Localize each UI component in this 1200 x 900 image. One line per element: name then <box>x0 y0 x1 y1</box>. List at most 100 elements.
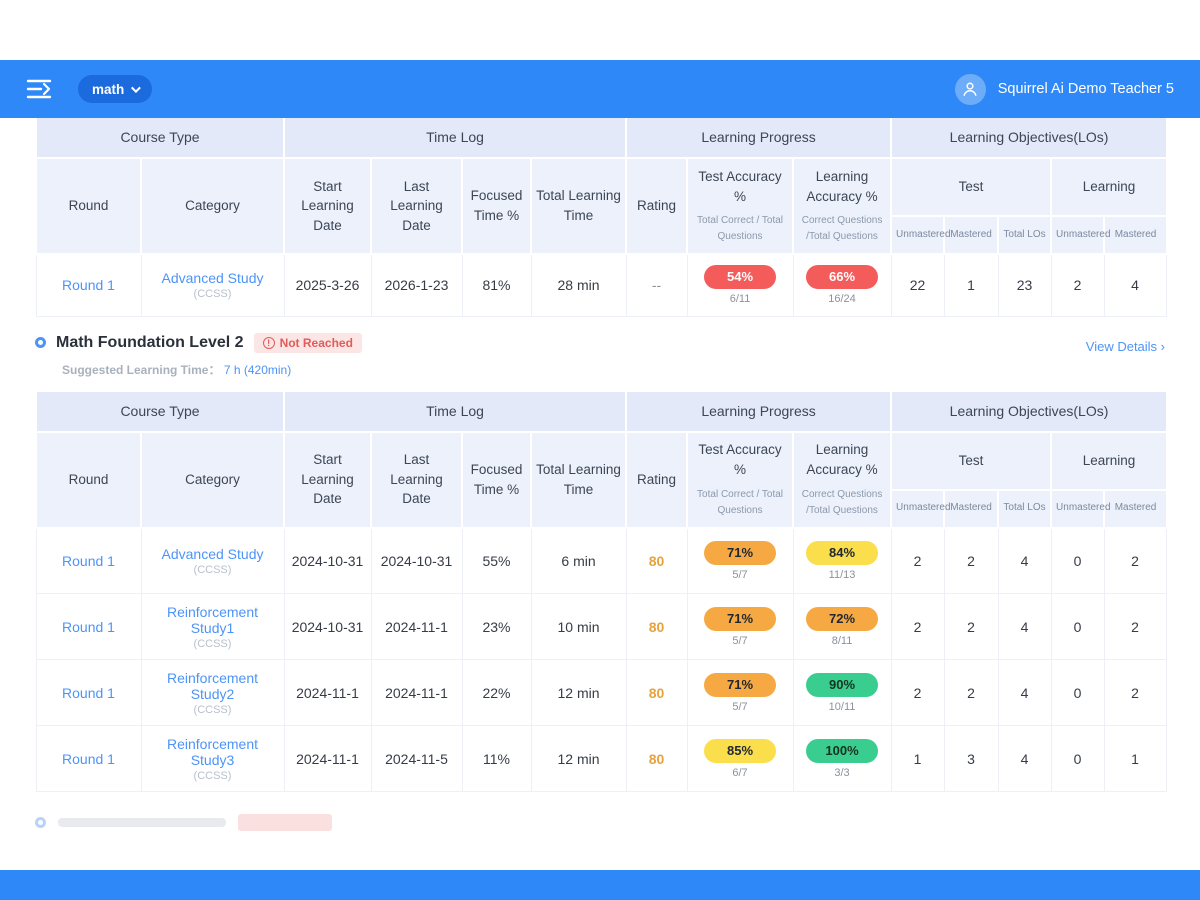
cell-start-date: 2024-10-31 <box>284 528 371 594</box>
cell-last-date: 2026-1-23 <box>371 254 462 316</box>
header-test-unmastered: Unmastered <box>891 216 944 254</box>
course-table-level2: Course Type Time Log Learning Progress L… <box>35 392 1167 793</box>
cell-start-date: 2024-11-1 <box>284 726 371 792</box>
category-link[interactable]: Reinforcement Study3 <box>167 736 258 768</box>
cell-start-date: 2024-11-1 <box>284 660 371 726</box>
cell-test-mastered: 2 <box>944 528 998 594</box>
faded-section-title <box>58 818 226 827</box>
learning-accuracy-fraction: 16/24 <box>796 293 889 305</box>
view-details-link[interactable]: View Details › <box>1086 339 1165 354</box>
cell-learning-accuracy: 84% 11/13 <box>793 528 891 594</box>
level-title: Math Foundation Level 2 <box>56 334 244 352</box>
category-link[interactable]: Advanced Study <box>162 270 264 286</box>
cell-learning-accuracy: 66% 16/24 <box>793 254 891 316</box>
suggested-time-label: Suggested Learning Time： <box>62 363 220 377</box>
header-test-mastered: Mastered <box>944 490 998 528</box>
header-round: Round <box>36 158 141 254</box>
header-round: Round <box>36 432 141 528</box>
cell-focused-time: 22% <box>462 660 531 726</box>
learning-accuracy-pill: 100% <box>806 739 878 763</box>
cell-round: Round 1 <box>36 660 141 726</box>
cell-learning-mastered: 1 <box>1104 726 1166 792</box>
cell-test-mastered: 2 <box>944 594 998 660</box>
cell-rating: 80 <box>626 594 687 660</box>
header-start-date: Start Learning Date <box>284 158 371 254</box>
header-test-accuracy: Test Accuracy % Total Correct / Total Qu… <box>687 158 793 254</box>
header-last-date: Last Learning Date <box>371 432 462 528</box>
header-focused-time: Focused Time % <box>462 158 531 254</box>
round-link[interactable]: Round 1 <box>62 685 115 701</box>
cell-learning-accuracy: 72% 8/11 <box>793 594 891 660</box>
category-standard: (CCSS) <box>144 704 282 716</box>
user-avatar[interactable] <box>955 74 986 105</box>
cell-total-time: 6 min <box>531 528 626 594</box>
header-learning-group: Learning <box>1051 158 1166 216</box>
round-link[interactable]: Round 1 <box>62 751 115 767</box>
main-content: Course Type Time Log Learning Progress L… <box>35 118 1165 831</box>
table-row: Round 1 Reinforcement Study2 (CCSS) 2024… <box>36 660 1166 726</box>
round-link[interactable]: Round 1 <box>62 619 115 635</box>
next-section-peek <box>35 814 1165 831</box>
cell-focused-time: 81% <box>462 254 531 316</box>
cell-last-date: 2024-11-1 <box>371 660 462 726</box>
cell-category: Advanced Study (CCSS) <box>141 528 284 594</box>
cell-total-los: 4 <box>998 726 1051 792</box>
category-link[interactable]: Advanced Study <box>162 546 264 562</box>
cell-test-unmastered: 2 <box>891 528 944 594</box>
level-bullet-icon <box>35 337 46 348</box>
category-link[interactable]: Reinforcement Study2 <box>167 670 258 702</box>
cell-test-mastered: 3 <box>944 726 998 792</box>
test-accuracy-pill: 85% <box>704 739 776 763</box>
round-link[interactable]: Round 1 <box>62 553 115 569</box>
header-learning-objectives: Learning Objectives(LOs) <box>891 118 1166 158</box>
learning-accuracy-pill: 72% <box>806 607 878 631</box>
cell-total-time: 12 min <box>531 660 626 726</box>
learning-accuracy-fraction: 10/11 <box>796 701 889 713</box>
header-learning-accuracy: Learning Accuracy % Correct Questions /T… <box>793 158 891 254</box>
cell-learning-mastered: 2 <box>1104 594 1166 660</box>
user-name[interactable]: Squirrel Ai Demo Teacher 5 <box>998 81 1174 97</box>
header-course-type: Course Type <box>36 118 284 158</box>
table-row: Round 1 Reinforcement Study3 (CCSS) 2024… <box>36 726 1166 792</box>
table-row: Round 1 Reinforcement Study1 (CCSS) 2024… <box>36 594 1166 660</box>
test-accuracy-fraction: 5/7 <box>690 635 791 647</box>
cell-focused-time: 55% <box>462 528 531 594</box>
cell-learning-unmastered: 0 <box>1051 660 1104 726</box>
test-accuracy-pill: 71% <box>704 607 776 631</box>
header-rating: Rating <box>626 432 687 528</box>
round-link[interactable]: Round 1 <box>62 277 115 293</box>
table-row: Round 1 Advanced Study (CCSS) 2024-10-31… <box>36 528 1166 594</box>
header-total-time: Total Learning Time <box>531 158 626 254</box>
category-standard: (CCSS) <box>144 564 282 576</box>
cell-round: Round 1 <box>36 528 141 594</box>
learning-accuracy-fraction: 11/13 <box>796 569 889 581</box>
learning-accuracy-pill: 66% <box>806 265 878 289</box>
subject-dropdown[interactable]: math <box>78 75 152 103</box>
cell-test-unmastered: 2 <box>891 660 944 726</box>
category-standard: (CCSS) <box>144 770 282 782</box>
cell-total-los: 4 <box>998 660 1051 726</box>
header-last-date: Last Learning Date <box>371 158 462 254</box>
test-accuracy-fraction: 5/7 <box>690 701 791 713</box>
menu-toggle-icon[interactable] <box>26 77 56 101</box>
test-accuracy-pill: 71% <box>704 673 776 697</box>
cell-last-date: 2024-11-1 <box>371 594 462 660</box>
header-time-log: Time Log <box>284 118 626 158</box>
cell-learning-mastered: 4 <box>1104 254 1166 316</box>
cell-rating: 80 <box>626 726 687 792</box>
header-learning-mastered: Mastered <box>1104 490 1166 528</box>
header-total-los: Total LOs <box>998 216 1051 254</box>
header-test-group: Test <box>891 158 1051 216</box>
cell-round: Round 1 <box>36 594 141 660</box>
category-link[interactable]: Reinforcement Study1 <box>167 604 258 636</box>
header-start-date: Start Learning Date <box>284 432 371 528</box>
cell-test-accuracy: 71% 5/7 <box>687 660 793 726</box>
cell-round: Round 1 <box>36 726 141 792</box>
learning-accuracy-fraction: 8/11 <box>796 635 889 647</box>
learning-accuracy-fraction: 3/3 <box>796 767 889 779</box>
cell-last-date: 2024-11-5 <box>371 726 462 792</box>
cell-start-date: 2024-10-31 <box>284 594 371 660</box>
cell-learning-unmastered: 0 <box>1051 726 1104 792</box>
subject-label: math <box>92 82 124 97</box>
person-icon <box>960 79 980 99</box>
